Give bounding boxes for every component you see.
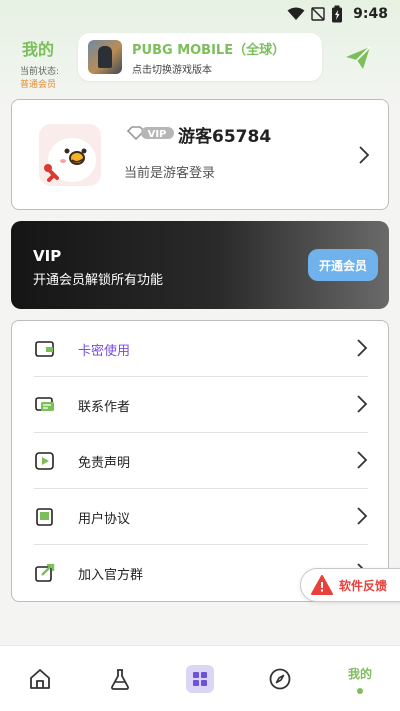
send-icon[interactable] — [344, 46, 372, 70]
menu-item-disclaimer[interactable]: 免责声明 — [34, 433, 368, 489]
status-time: 9:48 — [353, 6, 388, 22]
member-state-value: 普通会员 — [20, 80, 57, 90]
signal-off-icon — [311, 7, 325, 21]
game-version-switcher[interactable]: PUBG MOBILE（全球） 点击切换游戏版本 — [78, 33, 322, 81]
menu-item-contact-author[interactable]: 联系作者 — [34, 377, 368, 433]
apps-icon — [186, 665, 214, 693]
pubg-game-icon — [88, 40, 122, 74]
game-name: PUBG MOBILE（全球） — [132, 42, 286, 58]
chevron-right-icon — [357, 339, 368, 357]
profile-card[interactable]: VIP 游客65784 当前是游客登录 — [11, 99, 389, 210]
share-icon — [34, 562, 56, 584]
feedback-label: 软件反馈 — [339, 578, 388, 593]
book-icon — [34, 506, 56, 528]
menu-item-label: 用户协议 — [78, 511, 131, 527]
flask-icon — [111, 669, 129, 690]
vip-title: VIP — [33, 247, 62, 265]
menu-list: 卡密使用 联系作者 免责声明 用户协议 加入官方群 — [11, 320, 389, 602]
chevron-right-icon — [357, 451, 368, 469]
chevron-right-icon — [357, 395, 368, 413]
warning-icon — [311, 575, 333, 595]
chevron-right-icon — [359, 146, 370, 164]
user-name: 游客65784 — [178, 127, 272, 147]
chevron-right-icon — [357, 507, 368, 525]
bottom-navigation: 我的 — [0, 645, 400, 711]
vip-banner: VIP 开通会员解锁所有功能 开通会员 — [11, 221, 389, 309]
avatar — [39, 124, 101, 186]
vip-badge-text: VIP — [148, 129, 167, 140]
play-icon — [34, 450, 56, 472]
home-icon — [30, 669, 50, 689]
active-indicator-dot — [357, 688, 363, 694]
nav-home[interactable] — [0, 646, 80, 711]
nav-discover[interactable] — [240, 646, 320, 711]
vip-description: 开通会员解锁所有功能 — [33, 273, 164, 288]
battery-icon — [332, 5, 343, 23]
menu-item-label: 免责声明 — [78, 455, 131, 471]
open-vip-button[interactable]: 开通会员 — [308, 249, 378, 281]
game-subtitle: 点击切换游戏版本 — [132, 64, 212, 76]
nav-mine-label: 我的 — [347, 666, 372, 681]
wifi-icon — [287, 7, 305, 20]
login-state: 当前是游客登录 — [124, 166, 216, 181]
header-status-block: 我的 当前状态: 普通会员 — [20, 36, 59, 90]
page-title: 我的 — [22, 40, 55, 59]
wallet-icon — [34, 338, 56, 360]
nav-mine[interactable]: 我的 — [320, 646, 400, 711]
feedback-button[interactable]: 软件反馈 — [300, 568, 400, 602]
menu-item-label: 加入官方群 — [78, 567, 144, 583]
menu-item-label: 卡密使用 — [78, 343, 131, 359]
nav-apps[interactable] — [160, 646, 240, 711]
nav-lab[interactable] — [80, 646, 160, 711]
status-bar: 9:48 — [0, 0, 400, 28]
compass-icon — [269, 668, 291, 690]
vip-diamond-icon: VIP — [126, 126, 174, 141]
member-state-label: 当前状态: — [20, 67, 60, 77]
menu-item-label: 联系作者 — [78, 399, 131, 415]
chat-icon — [34, 394, 56, 416]
menu-item-user-agreement[interactable]: 用户协议 — [34, 489, 368, 545]
menu-item-redeem-code[interactable]: 卡密使用 — [34, 321, 368, 377]
